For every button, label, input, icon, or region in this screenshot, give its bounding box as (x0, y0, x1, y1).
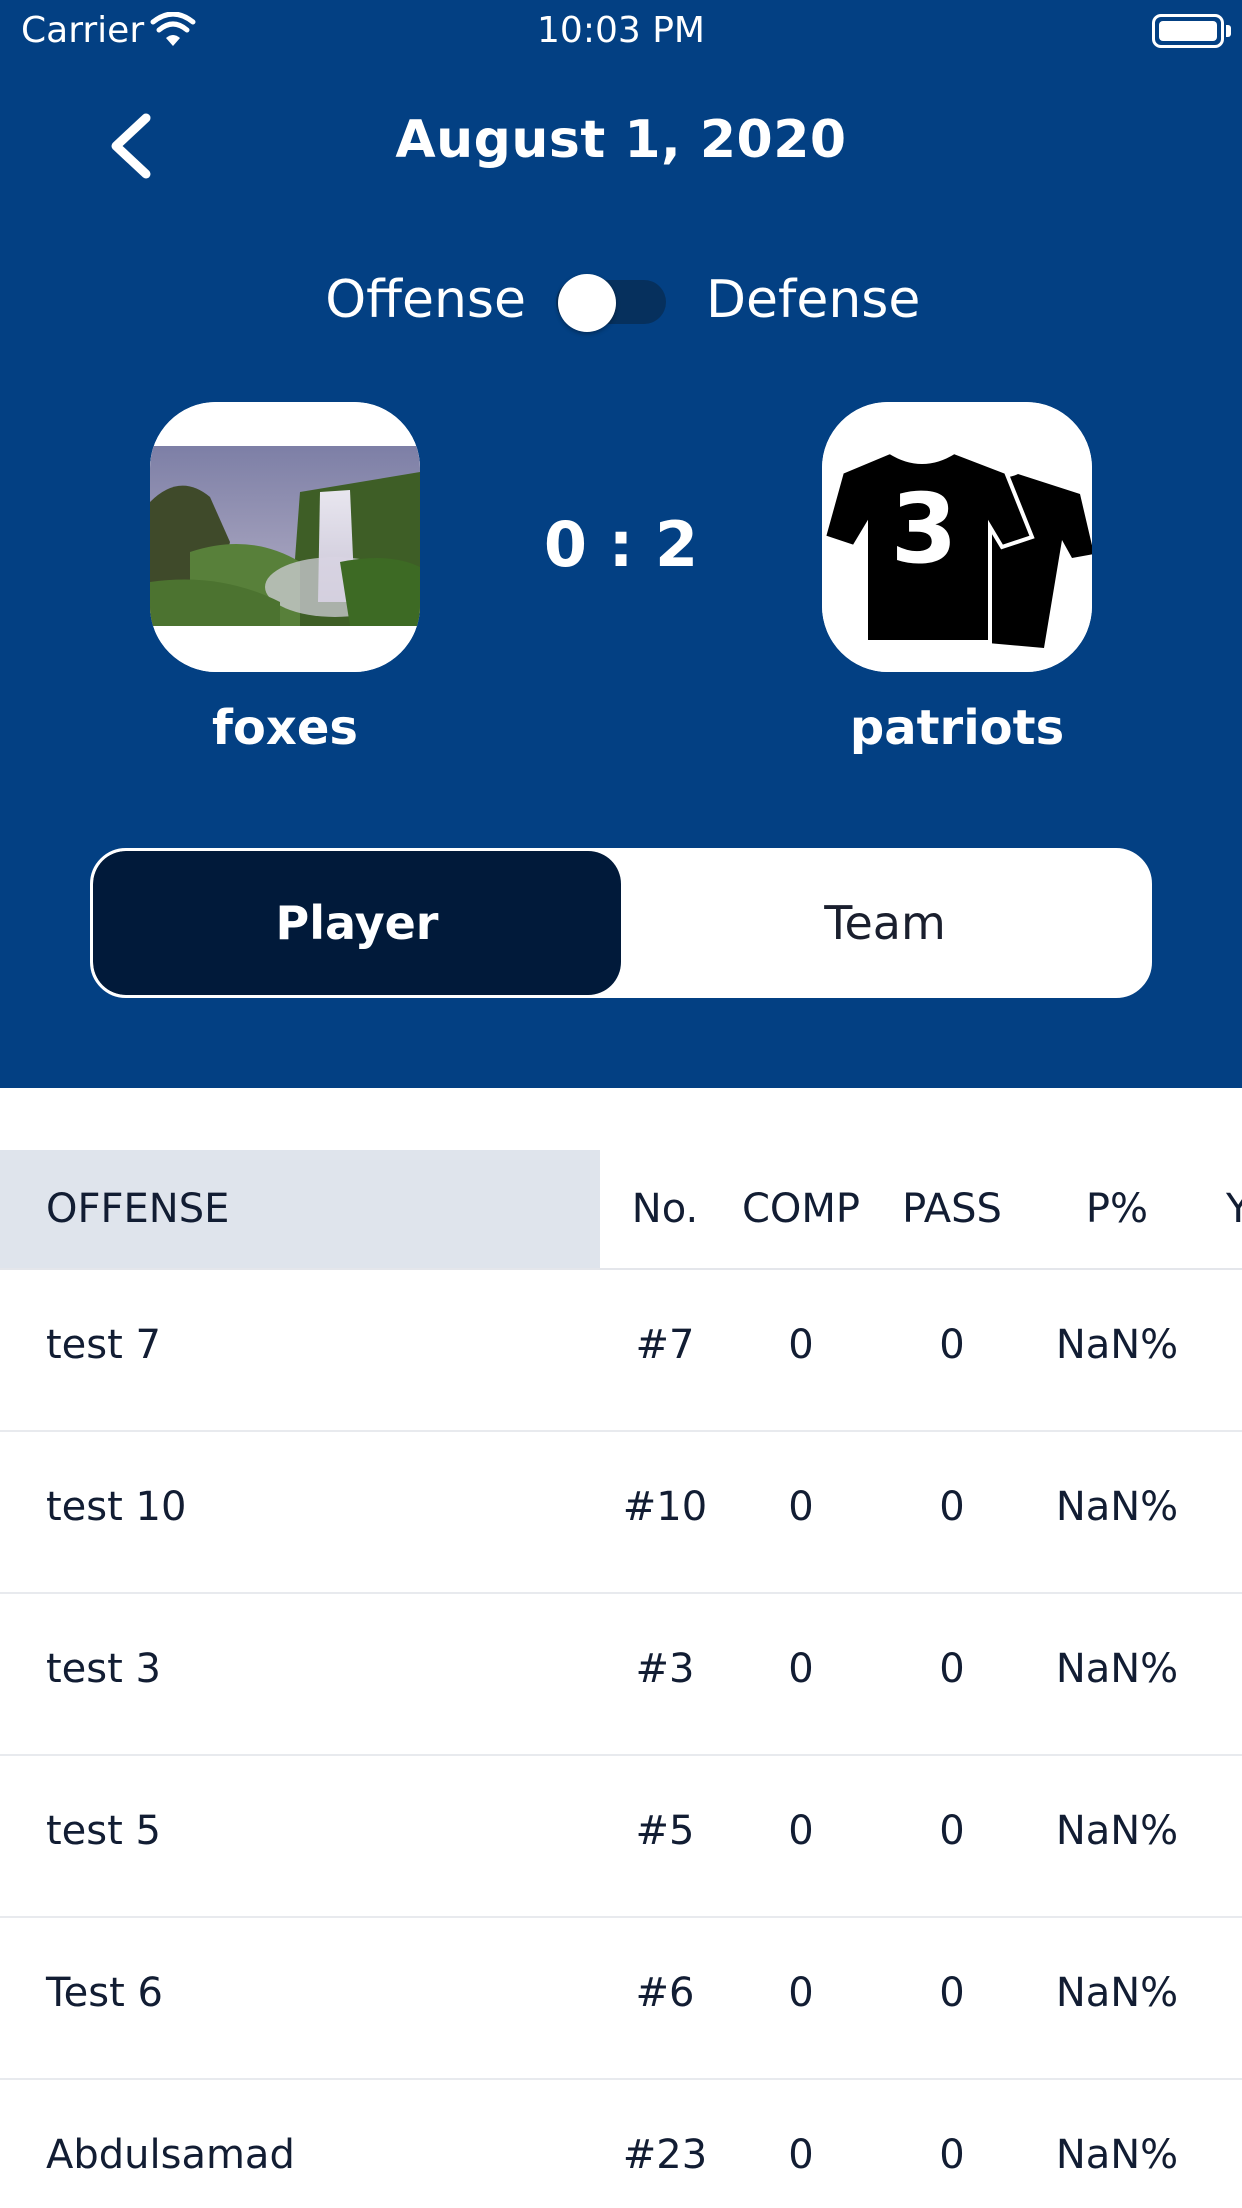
column-pass: PASS (902, 1186, 1002, 1232)
section-title: OFFENSE (46, 1186, 230, 1232)
game-header: Carrier 10:03 PM August 1, 2020 Offense … (0, 0, 1242, 1088)
stats-table: OFFENSE No. COMP PASS P% Y test 7 #7 0 0… (0, 1150, 1242, 2208)
column-comp: COMP (741, 1186, 861, 1232)
table-row[interactable]: Abdulsamad #23 0 0 NaN% (0, 2080, 1242, 2208)
offense-defense-toggle[interactable] (556, 274, 666, 332)
player-comp: 0 (788, 1808, 814, 1854)
home-team-name: foxes (212, 700, 358, 756)
player-pass: 0 (939, 2132, 965, 2178)
table-header: OFFENSE No. COMP PASS P% Y (0, 1150, 1242, 1270)
table-row[interactable]: test 10 #10 0 0 NaN% (0, 1432, 1242, 1594)
player-pct: NaN% (1055, 1970, 1179, 2016)
player-pass: 0 (939, 1646, 965, 1692)
column-no: No. (631, 1186, 699, 1232)
status-time: 10:03 PM (537, 10, 705, 51)
player-name: test 5 (46, 1808, 161, 1854)
table-row[interactable]: test 3 #3 0 0 NaN% (0, 1594, 1242, 1756)
player-comp: 0 (788, 1322, 814, 1368)
table-row[interactable]: test 5 #5 0 0 NaN% (0, 1756, 1242, 1918)
player-number: #23 (622, 2132, 708, 2178)
player-name: test 3 (46, 1646, 161, 1692)
player-pass: 0 (939, 1970, 965, 2016)
player-number: #5 (635, 1808, 695, 1854)
player-pass: 0 (939, 1808, 965, 1854)
match-score: 0 : 2 (543, 508, 699, 581)
player-pct: NaN% (1055, 1646, 1179, 1692)
player-comp: 0 (788, 1970, 814, 2016)
player-number: #3 (635, 1646, 695, 1692)
status-bar: Carrier 10:03 PM (0, 0, 1242, 62)
offense-label: Offense (325, 270, 526, 330)
defense-label: Defense (706, 270, 921, 330)
tab-team[interactable]: Team (621, 851, 1149, 995)
toggle-knob (558, 274, 616, 332)
svg-text:3: 3 (891, 473, 958, 585)
player-number: #7 (635, 1322, 695, 1368)
player-pass: 0 (939, 1484, 965, 1530)
player-pct: NaN% (1055, 1322, 1179, 1368)
player-name: Abdulsamad (46, 2132, 295, 2178)
battery-cap (1226, 25, 1231, 37)
waterfall-photo-icon (150, 402, 420, 672)
table-row[interactable]: Test 6 #6 0 0 NaN% (0, 1918, 1242, 2080)
player-name: Test 6 (46, 1970, 163, 2016)
player-comp: 0 (788, 1484, 814, 1530)
player-team-segmented-control: Player Team (90, 848, 1152, 998)
page-title: August 1, 2020 (395, 110, 847, 170)
battery-icon (1152, 14, 1224, 48)
player-pass: 0 (939, 1322, 965, 1368)
player-name: test 7 (46, 1322, 161, 1368)
column-y: Y (1226, 1186, 1242, 1232)
table-row[interactable]: test 7 #7 0 0 NaN% (0, 1270, 1242, 1432)
player-number: #10 (622, 1484, 708, 1530)
jersey-3-icon: 3 (822, 402, 1092, 672)
player-pct: NaN% (1055, 2132, 1179, 2178)
tab-player[interactable]: Player (93, 851, 621, 995)
player-comp: 0 (788, 2132, 814, 2178)
player-name: test 10 (46, 1484, 187, 1530)
player-pct: NaN% (1055, 1484, 1179, 1530)
home-team-logo (150, 402, 420, 672)
away-team-logo: 3 (822, 402, 1092, 672)
away-team-name: patriots (849, 700, 1065, 756)
player-comp: 0 (788, 1646, 814, 1692)
player-pct: NaN% (1055, 1808, 1179, 1854)
player-number: #6 (635, 1970, 695, 2016)
column-pct: P% (1085, 1186, 1149, 1232)
